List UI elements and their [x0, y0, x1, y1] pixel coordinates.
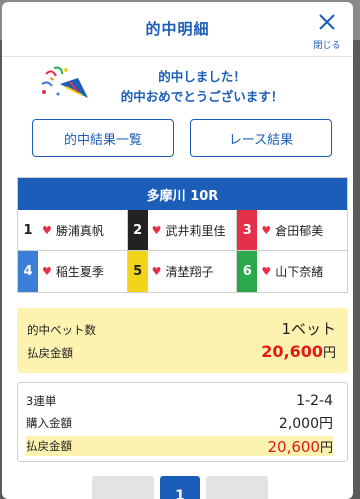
- detail-payout-row: 払戻金額 20,600円: [26, 436, 333, 456]
- detail-payout-unit: 円: [319, 440, 333, 456]
- entry-number: 4: [18, 251, 38, 292]
- close-label: 閉じる: [313, 41, 341, 51]
- detail-payout-amount: 20,600: [267, 437, 320, 456]
- race-results-button[interactable]: レース結果: [190, 119, 332, 157]
- page-prev-button[interactable]: [92, 476, 154, 499]
- congrats-message: 的中しました！ 的中おめでとうございます！: [98, 67, 306, 107]
- pagination: 1: [92, 476, 268, 499]
- entry-cell: 5 ♥ 清埜翔子: [127, 251, 238, 292]
- page-next-button[interactable]: [206, 476, 268, 499]
- bet-detail: 3連単 1-2-4 購入金額 2,000円 払戻金額 20,600円: [17, 382, 348, 462]
- payout-row: 払戻金額 20,600円: [27, 342, 336, 361]
- payout-unit: 円: [322, 346, 336, 361]
- page-current[interactable]: 1: [160, 476, 200, 499]
- congrats-line-2: 的中おめでとうございます！: [120, 89, 284, 104]
- entry-cell: 4 ♥ 稲生夏季: [18, 251, 128, 292]
- payout-summary: 的中ベット数 1ベット 払戻金額 20,600円: [17, 308, 348, 373]
- close-button[interactable]: 閉じる: [311, 12, 343, 51]
- detail-payout-value: 20,600円: [267, 437, 333, 456]
- entry-number: 3: [237, 210, 258, 250]
- heart-icon[interactable]: ♥: [42, 265, 52, 278]
- entry-name: 清埜翔子: [165, 265, 214, 279]
- purchase-row: 購入金額 2,000円: [26, 413, 333, 433]
- action-buttons: 的中結果一覧 レース結果: [32, 119, 332, 157]
- close-icon: [311, 12, 343, 37]
- payout-amount: 20,600: [261, 342, 323, 361]
- entry-number: 1: [18, 210, 38, 250]
- entry-name: 稲生夏季: [55, 265, 104, 279]
- bet-type-row: 3連単 1-2-4: [26, 391, 333, 411]
- detail-payout-label: 払戻金額: [26, 439, 72, 453]
- race-card: 多摩川 10R 1 ♥ 勝浦真帆 2 ♥ 武井莉里佳 3 ♥ 倉田郁美 4 ♥ 稲生夏季 5 ♥ 清埜翔子 6…: [17, 177, 348, 293]
- heart-icon[interactable]: ♥: [261, 265, 271, 278]
- race-name: 多摩川 10R: [18, 178, 347, 210]
- entry-name: 武井莉里佳: [165, 223, 226, 238]
- modal-header: 的中明細 閉じる: [2, 2, 353, 57]
- modal-title: 的中明細: [145, 20, 210, 38]
- bet-count-value: 1ベット: [281, 320, 336, 338]
- payout-value: 20,600円: [261, 342, 336, 361]
- hit-detail-modal: 的中明細 閉じる 的中しました！ 的中おめでとうございます！ 的中結果一覧 レー…: [2, 2, 353, 499]
- heart-icon[interactable]: ♥: [152, 224, 162, 237]
- entry-cell: 3 ♥ 倉田郁美: [237, 210, 347, 251]
- heart-icon[interactable]: ♥: [261, 224, 271, 237]
- purchase-value: 2,000円: [278, 416, 333, 432]
- entry-cell: 1 ♥ 勝浦真帆: [18, 210, 128, 251]
- entry-name: 山下奈緒: [275, 265, 324, 279]
- entry-name: 倉田郁美: [275, 223, 324, 238]
- bet-count-label: 的中ベット数: [27, 323, 96, 337]
- heart-icon[interactable]: ♥: [42, 224, 52, 237]
- entry-number: 6: [237, 251, 258, 292]
- entry-name: 勝浦真帆: [55, 223, 104, 238]
- purchase-label: 購入金額: [26, 416, 72, 430]
- bet-type: 3連単: [26, 394, 57, 408]
- entry-number: 2: [127, 210, 148, 250]
- payout-label: 払戻金額: [27, 346, 73, 360]
- bet-combination: 1-2-4: [296, 393, 333, 409]
- hit-results-button[interactable]: 的中結果一覧: [32, 119, 174, 157]
- entry-grid: 1 ♥ 勝浦真帆 2 ♥ 武井莉里佳 3 ♥ 倉田郁美 4 ♥ 稲生夏季 5 ♥ 清埜翔子 6 ♥ 山下奈緒: [18, 210, 347, 292]
- party-popper-icon: [41, 66, 88, 98]
- congrats-line-1: 的中しました！: [158, 69, 246, 84]
- congrats-banner: 的中しました！ 的中おめでとうございます！: [40, 64, 310, 108]
- heart-icon[interactable]: ♥: [152, 265, 162, 278]
- entry-cell: 2 ♥ 武井莉里佳: [127, 210, 238, 251]
- bet-count-row: 的中ベット数 1ベット: [27, 318, 336, 339]
- entry-cell: 6 ♥ 山下奈緒: [237, 251, 347, 292]
- entry-number: 5: [127, 251, 148, 292]
